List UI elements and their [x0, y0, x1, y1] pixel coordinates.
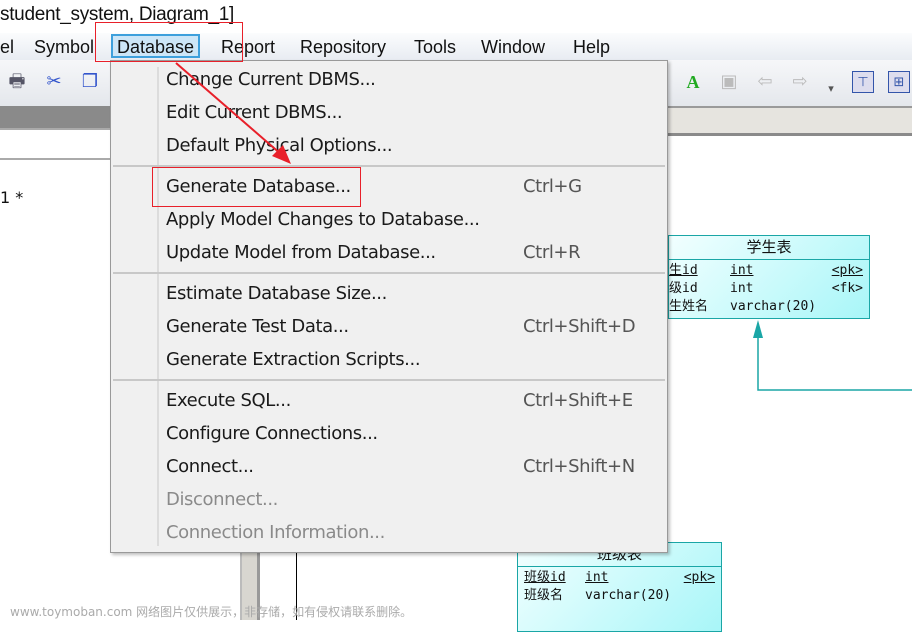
watermark: www.toymoban.com 网络图片仅供展示，非存储，如有侵权请联系删除。 — [10, 605, 413, 619]
annotation-arrow — [175, 62, 291, 164]
